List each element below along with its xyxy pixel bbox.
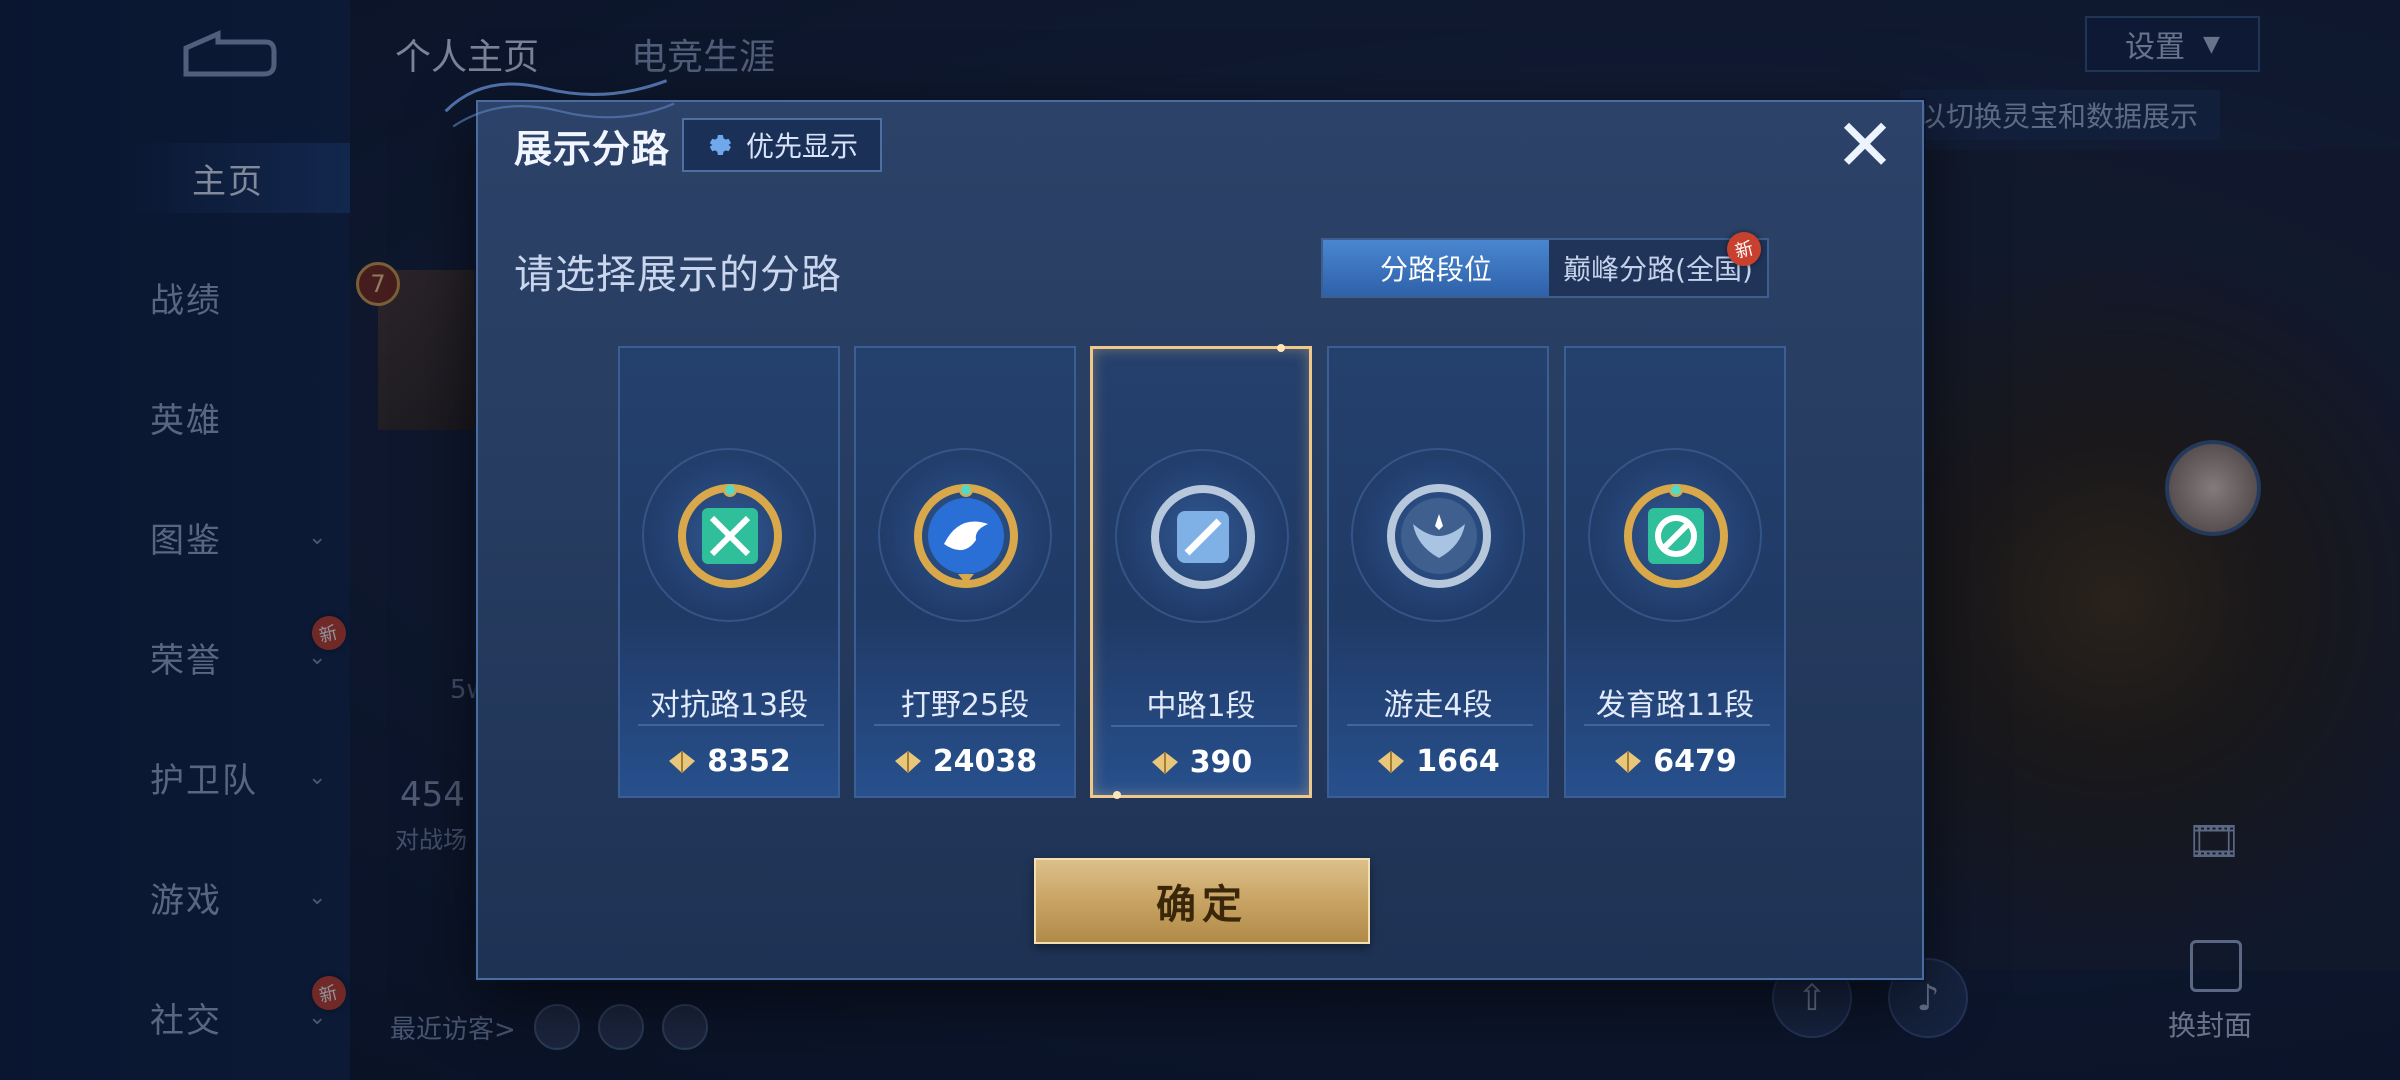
mid-lane-badge-icon <box>1151 485 1255 589</box>
lane-card[interactable]: 发育路11段 6479 <box>1564 346 1786 798</box>
lane-display-dialog: 展示分路 优先显示 ✕ 请选择展示的分路 分路段位 巅峰分路(全国) 新 对抗路… <box>444 79 1924 980</box>
lane-rank-label: 对抗路13段 <box>649 688 809 723</box>
confirm-label: 确定 <box>1156 882 1248 928</box>
lane-card[interactable]: 游走4段 1664 <box>1327 346 1549 798</box>
app-root: 主页 战绩 英雄 图鉴 ⌄ 荣誉 ⌄ 新护卫队 ⌄ 游戏 ⌄ 社交 ⌄ 新 个人主页 电竞生涯 设置 ▼ … <box>0 0 2400 1080</box>
lane-rank-label: 打野25段 <box>900 688 1030 723</box>
lane-score: 24038 <box>856 744 1074 779</box>
divider <box>874 724 1060 726</box>
clash-lane-badge-icon <box>678 484 782 588</box>
roam-wings-badge-icon <box>1387 484 1491 588</box>
lane-score: 6479 <box>1566 744 1784 779</box>
rank-type-toggle: 分路段位 巅峰分路(全国) 新 <box>1321 228 1769 298</box>
lane-score-value: 8352 <box>707 744 791 779</box>
lane-card[interactable]: 对抗路13段 8352 <box>618 346 840 798</box>
tab-peak-lane[interactable]: 巅峰分路(全国) 新 <box>1549 228 1767 296</box>
score-gem-icon <box>894 750 921 773</box>
score-gem-icon <box>669 750 696 773</box>
divider <box>1347 724 1533 726</box>
close-button[interactable]: ✕ <box>1830 109 1900 181</box>
divider <box>638 724 824 726</box>
divider <box>1111 725 1297 727</box>
divider <box>1584 724 1770 726</box>
selection-corner-dot <box>1113 791 1121 799</box>
lane-rank-label: 发育路11段 <box>1595 688 1755 723</box>
jungle-dragon-badge-icon <box>914 484 1018 588</box>
lane-score-value: 24038 <box>932 744 1038 779</box>
score-gem-icon <box>1378 750 1405 773</box>
dialog-title: 展示分路 <box>514 127 671 171</box>
lane-rank-label: 游走4段 <box>1383 688 1493 723</box>
farm-lane-badge-icon <box>1624 484 1728 588</box>
lane-card-list: 对抗路13段 8352 打野25段 24038 中路1段 390 游走4段 1664 发育路11… <box>618 344 1786 799</box>
confirm-button[interactable]: 确定 <box>1034 858 1370 944</box>
lane-card[interactable]: 中路1段 390 <box>1090 344 1312 799</box>
priority-display-label: 优先显示 <box>745 130 858 163</box>
lane-card[interactable]: 打野25段 24038 <box>854 346 1076 798</box>
tab-lane-rank[interactable]: 分路段位 <box>1323 240 1549 296</box>
selection-corner-dot <box>1277 344 1285 352</box>
priority-display-button[interactable]: 优先显示 <box>682 118 882 172</box>
lane-score: 390 <box>1093 745 1309 780</box>
lane-score-value: 1664 <box>1416 744 1500 779</box>
score-gem-icon <box>1615 750 1642 773</box>
dialog-subtitle: 请选择展示的分路 <box>514 252 842 298</box>
lane-score-value: 390 <box>1189 745 1253 780</box>
score-gem-icon <box>1151 751 1178 774</box>
tab-lane-rank-label: 分路段位 <box>1379 253 1492 286</box>
tab-peak-lane-label: 巅峰分路(全国) <box>1563 253 1753 286</box>
lane-score-value: 6479 <box>1653 744 1737 779</box>
lane-score: 8352 <box>620 744 838 779</box>
close-icon: ✕ <box>1834 103 1896 187</box>
lane-score: 1664 <box>1329 744 1547 779</box>
lane-rank-label: 中路1段 <box>1146 689 1256 724</box>
gear-icon <box>709 135 731 155</box>
